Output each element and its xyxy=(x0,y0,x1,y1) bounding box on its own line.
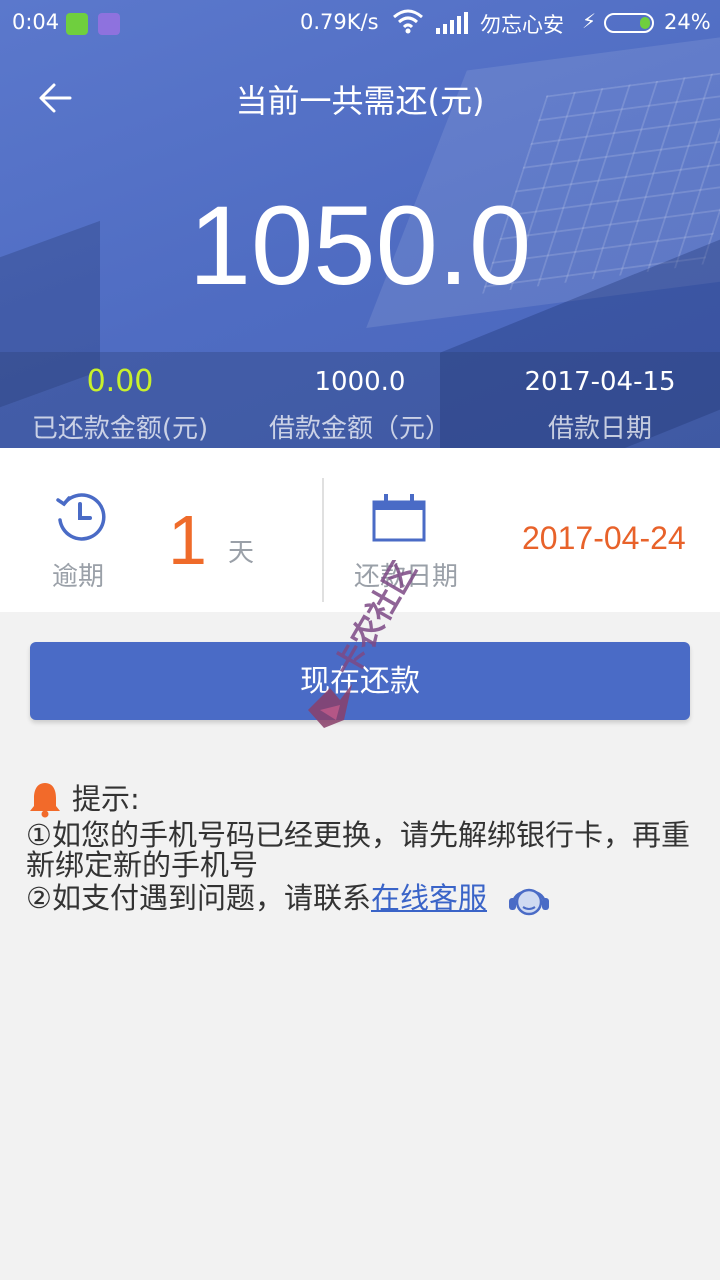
loan-date-label: 借款日期 xyxy=(547,414,652,444)
customer-service-icon[interactable] xyxy=(506,880,552,920)
loan-date-block: 2017-04-15 借款日期 xyxy=(480,364,720,445)
battery-icon xyxy=(604,13,654,33)
tips-section: 提示: ①如您的手机号码已经更换，请先解绑银行卡，再重新绑定新的手机号 ②如支付… xyxy=(26,780,696,920)
page-title: 当前一共需还(元) xyxy=(235,82,485,120)
signal-icon xyxy=(436,12,468,34)
overdue-days: 1 xyxy=(168,501,207,579)
battery-app-icon xyxy=(66,13,88,35)
online-service-link[interactable]: 在线客服 xyxy=(371,881,487,915)
repaid-amount-block: 0.00 已还款金额(元) xyxy=(0,364,240,445)
status-time: 0:04 xyxy=(12,10,60,34)
header: 0:04 0.79K/s 勿忘心安 ⚡ 24% 当前一共需还(元) 1050.0… xyxy=(0,0,720,448)
watermark-logo: 卡农社区 xyxy=(308,560,424,728)
status-bar: 0:04 0.79K/s 勿忘心安 ⚡ 24% xyxy=(0,0,720,48)
notification-app-icon xyxy=(98,13,120,35)
loan-amount-block: 1000.0 借款金额（元） xyxy=(240,364,480,445)
repaid-value: 0.00 xyxy=(86,364,154,399)
network-speed: 0.79K/s xyxy=(300,10,379,34)
due-date-value: 2017-04-24 xyxy=(522,520,686,556)
tips-title: 提示: xyxy=(72,782,140,816)
wifi-icon xyxy=(393,9,423,34)
loan-label: 借款金额（元） xyxy=(268,414,451,444)
repaid-label: 已还款金额(元) xyxy=(31,414,209,444)
battery-percent: 24% xyxy=(664,10,711,34)
charging-icon: ⚡ xyxy=(582,9,597,33)
tips-header: 提示: xyxy=(26,780,696,818)
overdue-label: 逾期 xyxy=(52,562,105,592)
calendar-icon xyxy=(372,494,426,542)
tip-line-2: ②如支付遇到问题，请联系在线客服 xyxy=(26,880,696,920)
tip-line-2-text: ②如支付遇到问题，请联系 xyxy=(26,881,371,915)
clock-icon xyxy=(56,493,106,541)
tip-line-1: ①如您的手机号码已经更换，请先解绑银行卡，再重新绑定新的手机号 xyxy=(26,818,690,882)
total-amount: 1050.0 xyxy=(188,183,532,308)
overdue-unit: 天 xyxy=(228,538,255,568)
carrier-name: 勿忘心安 xyxy=(480,13,564,37)
loan-date-value: 2017-04-15 xyxy=(524,367,676,397)
bell-icon xyxy=(30,783,60,818)
loan-value: 1000.0 xyxy=(314,367,406,397)
svg-text:卡农社区: 卡农社区 xyxy=(327,560,424,683)
